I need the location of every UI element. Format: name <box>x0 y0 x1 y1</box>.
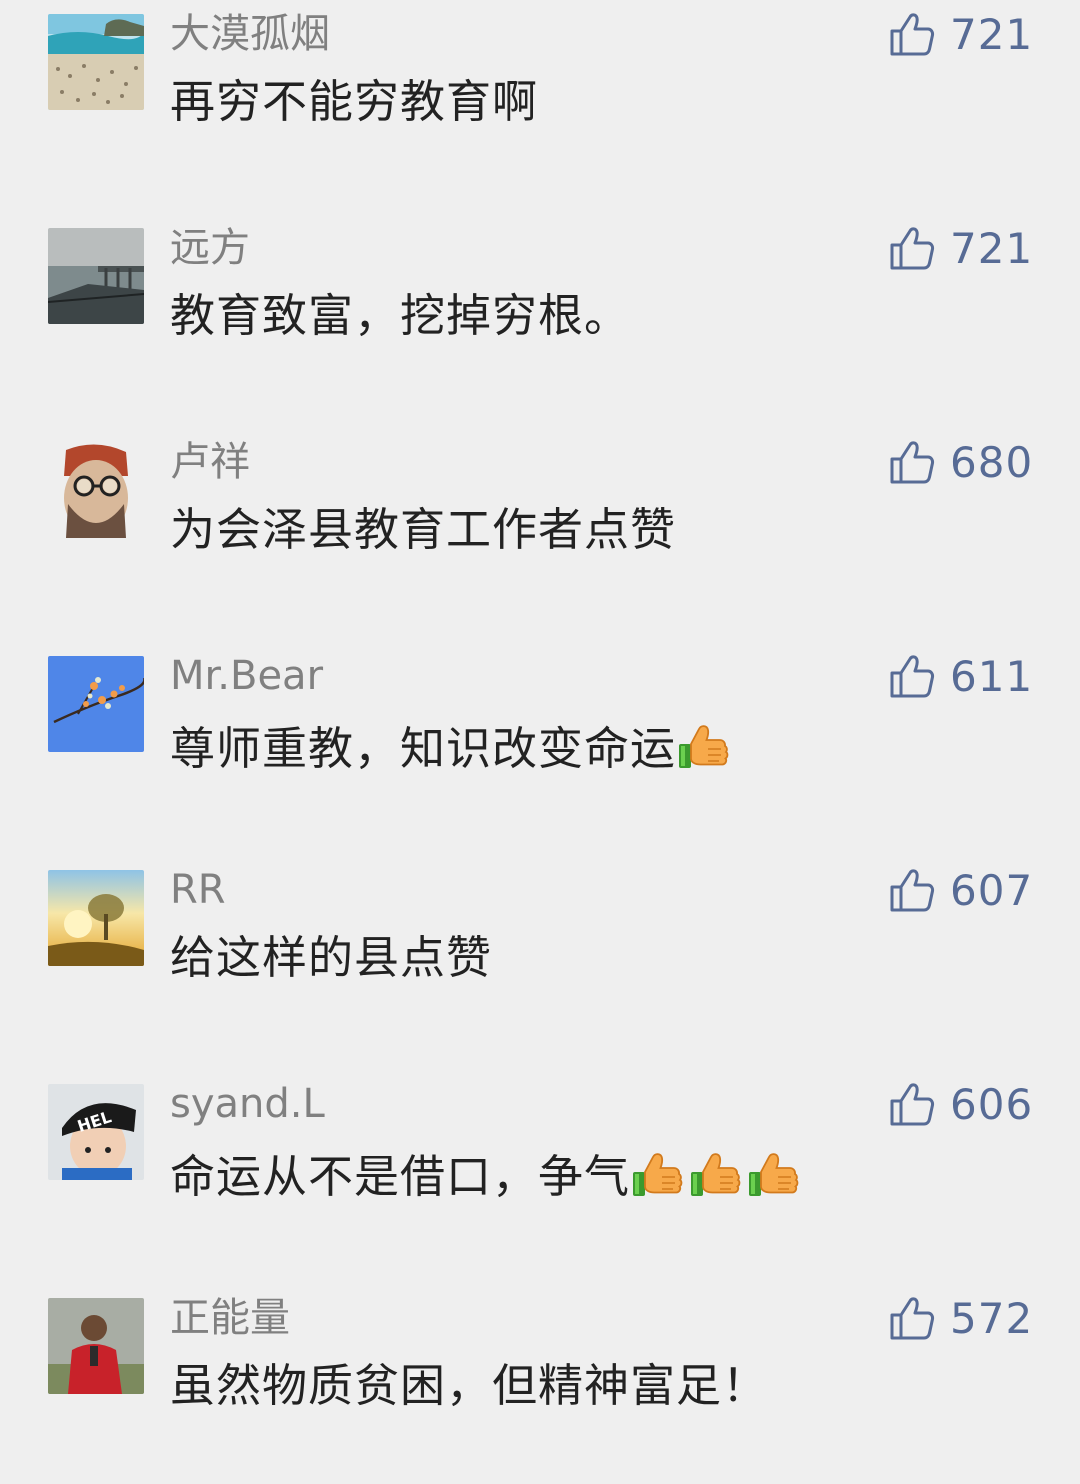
comment-item: 正能量虽然物质贫困，但精神富足！ 572 <box>0 1284 1080 1484</box>
like-button[interactable]: 572 <box>888 1290 1033 1346</box>
red-jacket-person-avatar <box>48 1298 144 1394</box>
comment-text-body: 再穷不能穷教育啊 <box>170 75 539 128</box>
like-button[interactable]: 611 <box>888 648 1033 704</box>
comment-text: 命运从不是借口，争气 <box>170 1144 804 1205</box>
thumbs-up-emoji-icon <box>676 716 734 774</box>
thumbs-up-icon[interactable] <box>888 9 938 59</box>
like-count: 721 <box>950 223 1034 273</box>
like-count: 607 <box>950 865 1034 915</box>
avatar[interactable] <box>48 228 144 324</box>
comment-text-body: 虽然物质贫困，但精神富足！ <box>170 1359 769 1412</box>
comment-username: RR <box>170 867 226 913</box>
comment-text-body: 给这样的县点赞 <box>170 931 493 984</box>
like-button[interactable]: 607 <box>888 862 1033 918</box>
comment-username: 卢祥 <box>170 439 250 485</box>
thumbs-up-emoji-icon <box>746 1144 804 1202</box>
comment-username: Mr.Bear <box>170 653 324 699</box>
child-cap-avatar: HEL <box>48 1084 144 1180</box>
thumbs-up-icon[interactable] <box>888 223 938 273</box>
comment-item: HEL syand.L 命运从不是借口，争气 606 <box>0 1070 1080 1270</box>
sunrise-tree-avatar <box>48 870 144 966</box>
thumbs-up-icon[interactable] <box>888 1079 938 1129</box>
comment-text: 再穷不能穷教育啊 <box>170 74 538 130</box>
like-button[interactable]: 606 <box>888 1076 1033 1132</box>
like-count: 572 <box>950 1293 1034 1343</box>
comment-text: 给这样的县点赞 <box>170 930 492 986</box>
thumbs-up-emoji-icon <box>630 1144 688 1202</box>
avatar[interactable] <box>48 656 144 752</box>
thumbs-up-emoji-icon <box>688 1144 746 1202</box>
like-count: 611 <box>950 651 1034 701</box>
comment-username: 大漠孤烟 <box>170 11 330 57</box>
avatar[interactable] <box>48 1298 144 1394</box>
thumbs-up-icon[interactable] <box>888 651 938 701</box>
beach-avatar <box>48 14 144 110</box>
thumbs-up-icon[interactable] <box>888 437 938 487</box>
like-button[interactable]: 721 <box>888 6 1033 62</box>
avatar[interactable]: HEL <box>48 1084 144 1180</box>
comment-item: 远方教育致富，挖掉穷根。 721 <box>0 214 1080 414</box>
comment-item: 卢祥为会泽县教育工作者点赞 680 <box>0 428 1080 628</box>
comment-username: syand.L <box>170 1081 325 1127</box>
lake-pier-avatar <box>48 228 144 324</box>
comment-text: 尊师重教，知识改变命运 <box>170 716 734 777</box>
thumbs-up-icon[interactable] <box>888 1293 938 1343</box>
comment-item: RR 给这样的县点赞 607 <box>0 856 1080 1056</box>
comment-item: 大漠孤烟再穷不能穷教育啊 721 <box>0 0 1080 200</box>
comment-username: 正能量 <box>170 1295 290 1341</box>
thumbs-up-icon[interactable] <box>888 865 938 915</box>
like-count: 680 <box>950 437 1034 487</box>
comment-username: 远方 <box>170 225 250 271</box>
like-button[interactable]: 680 <box>888 434 1033 490</box>
like-count: 606 <box>950 1079 1034 1129</box>
like-button[interactable]: 721 <box>888 220 1033 276</box>
comment-text: 为会泽县教育工作者点赞 <box>170 502 676 558</box>
avatar[interactable] <box>48 442 144 538</box>
comment-text-body: 为会泽县教育工作者点赞 <box>170 503 677 556</box>
avatar[interactable] <box>48 870 144 966</box>
comment-item: Mr.Bear 尊师重教，知识改变命运 611 <box>0 642 1080 842</box>
comment-text-body: 尊师重教，知识改变命运 <box>170 722 677 775</box>
branch-blue-sky-avatar <box>48 656 144 752</box>
comment-text: 教育致富，挖掉穷根。 <box>170 288 630 344</box>
like-count: 721 <box>950 9 1034 59</box>
comment-text-body: 命运从不是借口，争气 <box>170 1150 631 1203</box>
comment-text: 虽然物质贫困，但精神富足！ <box>170 1358 768 1414</box>
comment-text-body: 教育致富，挖掉穷根。 <box>170 289 631 342</box>
sunglasses-man-avatar <box>48 442 144 538</box>
avatar[interactable] <box>48 14 144 110</box>
